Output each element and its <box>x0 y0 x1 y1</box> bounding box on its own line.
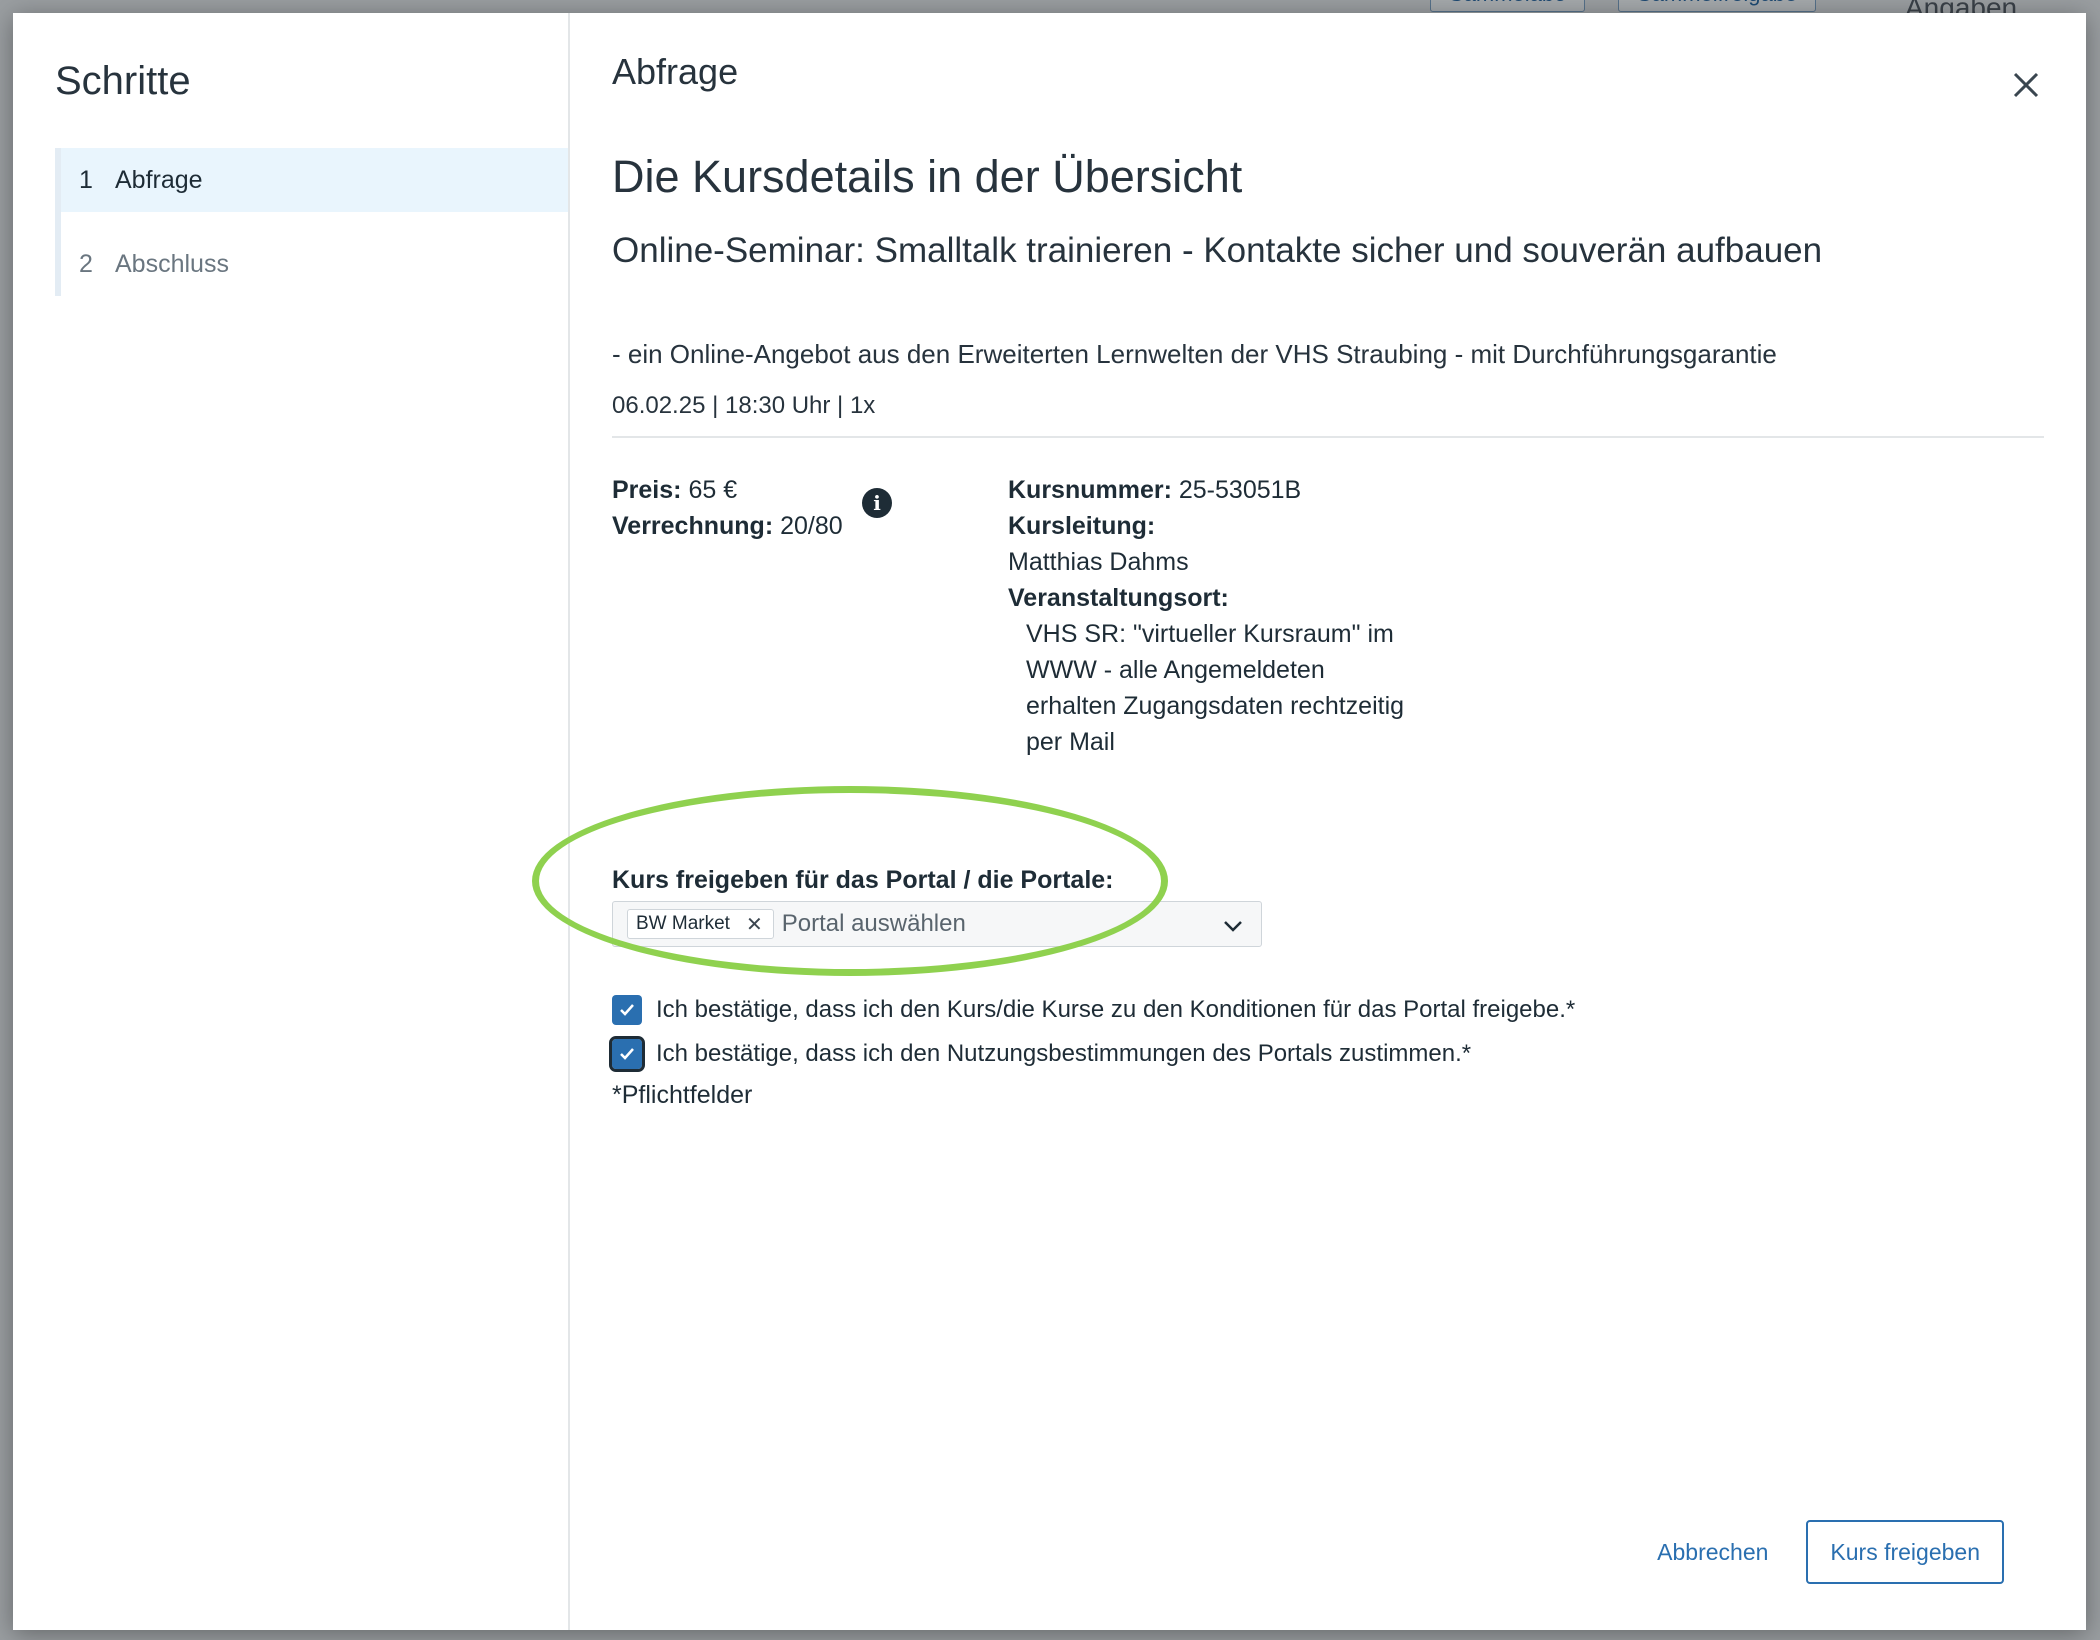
sidebar-title: Schritte <box>55 59 191 103</box>
confirm-terms-checkbox[interactable] <box>609 1036 645 1072</box>
portal-field-label: Kurs freigeben für das Portal / die Port… <box>612 866 1114 894</box>
panel-header: Abfrage <box>612 51 739 92</box>
step-list: 1 Abfrage 2 Abschluss <box>55 148 568 296</box>
cancel-button[interactable]: Abbrechen <box>1657 1539 1768 1566</box>
page-title: Die Kursdetails in der Übersicht <box>612 151 1243 202</box>
portal-select-placeholder: Portal auswählen <box>781 910 966 937</box>
course-title: Online-Seminar: Smalltalk trainieren - K… <box>612 231 1823 270</box>
main-panel: Abfrage Die Kursdetails in der Übersicht… <box>570 13 2086 1630</box>
step-abfrage[interactable]: 1 Abfrage <box>61 148 568 212</box>
info-icon[interactable]: i <box>862 488 892 518</box>
checkmark-icon <box>620 1004 634 1016</box>
confirm-conditions-label: Ich bestätige, dass ich den Kurs/die Kur… <box>656 996 1576 1023</box>
course-dateline: 06.02.25 | 18:30 Uhr | 1x <box>612 392 876 419</box>
price-label: Preis: <box>612 476 682 504</box>
billing-label: Verrechnung: <box>612 512 774 540</box>
checkmark-icon <box>620 1048 634 1060</box>
instructor-label: Kursleitung: <box>1008 512 1156 540</box>
portal-chip-label: BW Market <box>636 913 730 934</box>
chevron-down-icon[interactable] <box>1221 914 1245 938</box>
step-number: 2 <box>79 249 93 278</box>
step-number: 1 <box>79 165 93 194</box>
portal-select[interactable]: BW Market ✕ Portal auswählen <box>612 901 1262 947</box>
venue-label: Veranstaltungsort: <box>1008 584 1229 612</box>
background-sammelfreigabe-button: Sammelfreigabe <box>1618 0 1817 12</box>
course-info-column: Kursnummer: 25-53051B Kursleitung: Matth… <box>1008 472 1408 760</box>
steps-sidebar: Schritte 1 Abfrage 2 Abschluss <box>13 13 570 1630</box>
release-course-dialog: Schritte 1 Abfrage 2 Abschluss Abfrage D… <box>13 13 2086 1630</box>
venue-value: VHS SR: "virtueller Kursraum" im WWW - a… <box>1026 620 1405 756</box>
dialog-footer: Abbrechen Kurs freigeben <box>1657 1520 2004 1584</box>
step-label: Abfrage <box>115 165 203 194</box>
course-details: Preis: 65 € Verrechnung: 20/80 i Kursnum… <box>612 472 2044 760</box>
close-button[interactable] <box>2006 65 2046 105</box>
price-value: 65 € <box>688 476 738 504</box>
instructor-value: Matthias Dahms <box>1008 548 1189 576</box>
course-number-value: 25-53051B <box>1178 476 1302 504</box>
confirm-terms-label: Ich bestätige, dass ich den Nutzungsbest… <box>656 1040 1472 1067</box>
close-icon <box>2013 72 2039 98</box>
pricing-column: Preis: 65 € Verrechnung: 20/80 i <box>612 472 1008 760</box>
billing-value: 20/80 <box>780 512 843 540</box>
step-abschluss[interactable]: 2 Abschluss <box>61 232 568 296</box>
step-label: Abschluss <box>115 249 229 278</box>
course-tagline: - ein Online-Angebot aus den Erweiterten… <box>612 339 1777 369</box>
release-course-button[interactable]: Kurs freigeben <box>1806 1520 2004 1584</box>
chip-remove-icon[interactable]: ✕ <box>746 912 763 937</box>
confirm-terms-row: Ich bestätige, dass ich den Nutzungsbest… <box>609 1036 2044 1072</box>
course-number-label: Kursnummer: <box>1008 476 1172 504</box>
portal-chip: BW Market ✕ <box>627 909 774 939</box>
divider <box>612 436 2044 438</box>
required-fields-note: *Pflichtfelder <box>612 1081 753 1109</box>
background-sammelabo-button: Sammelabo <box>1430 0 1586 12</box>
confirm-conditions-checkbox[interactable] <box>612 995 642 1025</box>
confirm-conditions-row: Ich bestätige, dass ich den Kurs/die Kur… <box>612 995 2044 1025</box>
